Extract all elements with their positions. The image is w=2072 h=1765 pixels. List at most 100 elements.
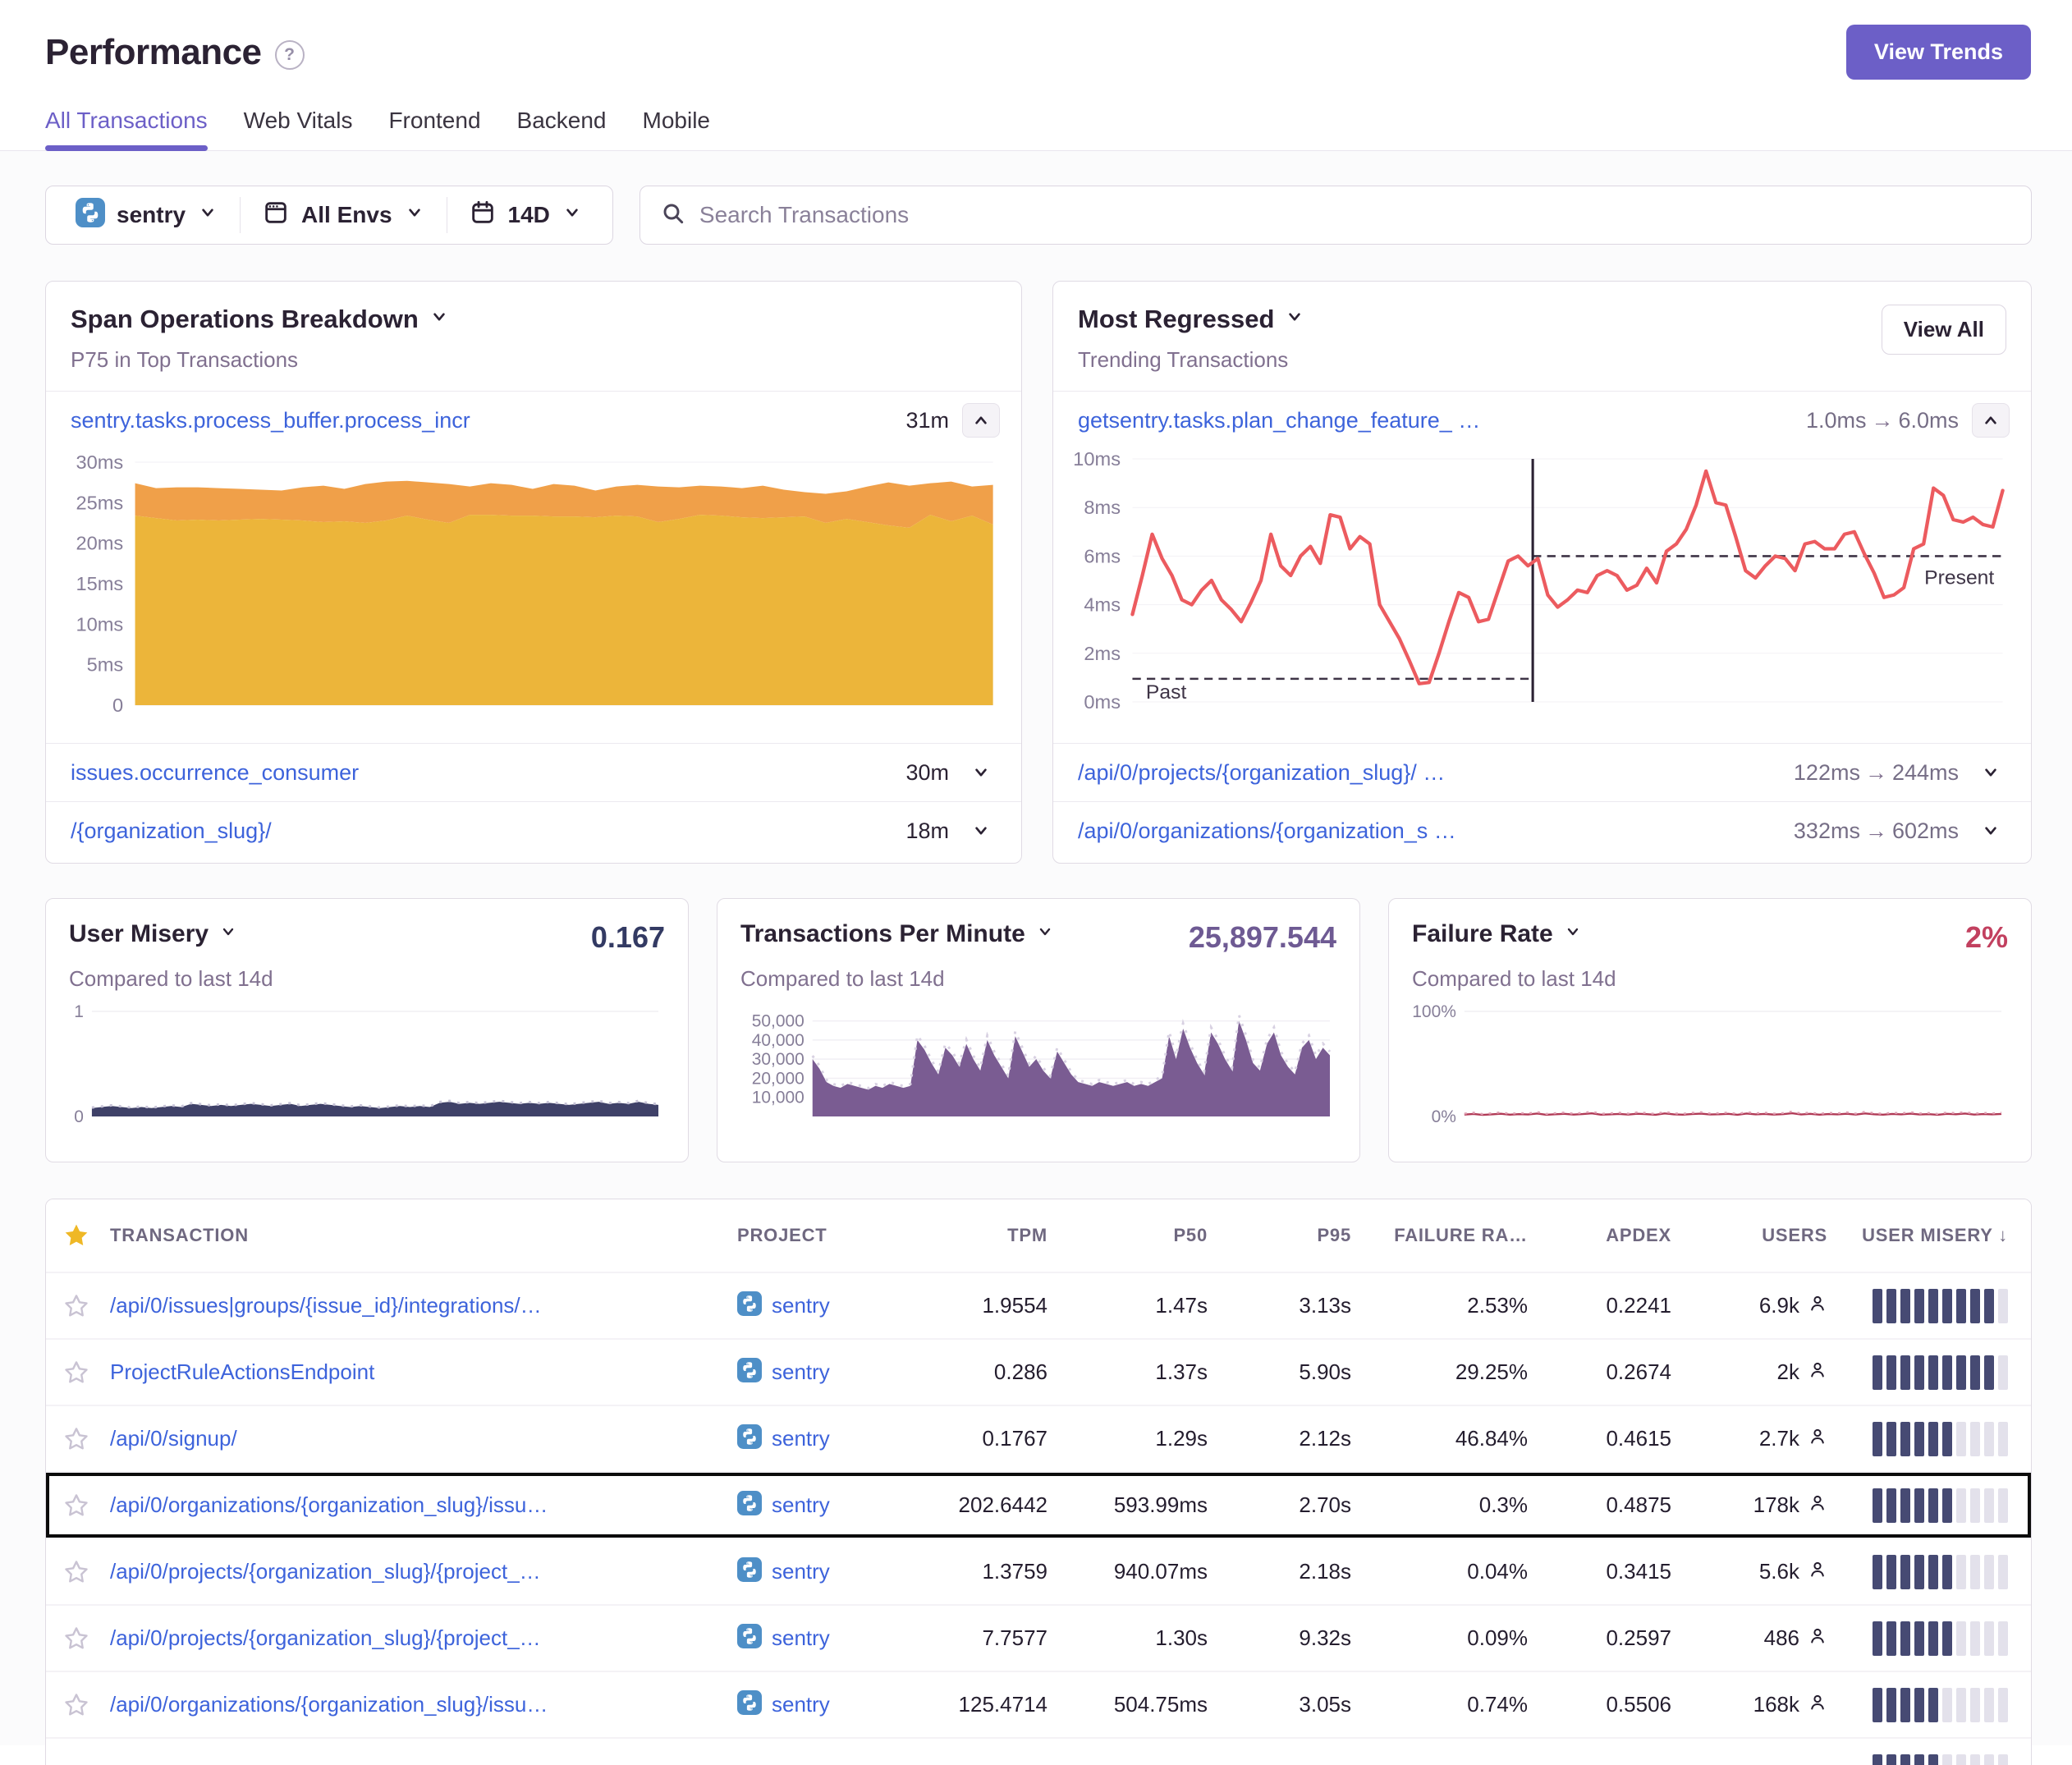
most-regressed-panel: Most Regressed Trending Transactions Vie…	[1052, 281, 2032, 864]
span-op-value: 31m	[905, 408, 949, 433]
table-row[interactable]: /api/0/issues|groups/{issue_id}/integrat…	[46, 1272, 2031, 1338]
span-op-accordion-row: sentry.tasks.process_buffer.process_incr…	[46, 392, 1021, 449]
most-regressed-title-dropdown[interactable]: Most Regressed	[1078, 305, 1882, 334]
transaction-link[interactable]: /api/0/signup/	[110, 1426, 734, 1451]
svg-text:10,000: 10,000	[752, 1089, 805, 1107]
column-header-failure-ra-[interactable]: FAILURE RA…	[1358, 1225, 1534, 1246]
help-icon[interactable]: ?	[275, 40, 305, 70]
project-link[interactable]: sentry	[772, 1359, 830, 1385]
table-row[interactable]: ProjectRuleActionsEndpointsentry0.2861.3…	[46, 1338, 2031, 1405]
span-op-transaction-link[interactable]: sentry.tasks.process_buffer.process_incr	[71, 408, 905, 433]
user-misery-panel: User Misery 0.167 Compared to last 14d 1…	[45, 898, 689, 1162]
user-icon	[1808, 1427, 1827, 1451]
star-outline-icon[interactable]	[46, 1492, 107, 1519]
tab-mobile[interactable]: Mobile	[643, 108, 710, 150]
project-cell: sentry	[734, 1690, 910, 1719]
table-row[interactable]	[46, 1737, 2031, 1765]
transaction-link[interactable]: ProjectRuleActionsEndpoint	[110, 1359, 734, 1385]
p95-cell: 2.18s	[1214, 1559, 1358, 1584]
mini-title-dropdown[interactable]: Transactions Per Minute	[740, 920, 1189, 948]
project-link[interactable]: sentry	[772, 1492, 830, 1518]
transaction-link[interactable]: /api/0/organizations/{organization_slug}…	[110, 1692, 734, 1717]
star-outline-icon[interactable]	[46, 1559, 107, 1585]
project-selector[interactable]: sentry	[54, 197, 240, 233]
table-row[interactable]: /api/0/organizations/{organization_slug}…	[46, 1471, 2031, 1538]
tab-web-vitals[interactable]: Web Vitals	[244, 108, 353, 150]
tab-all-transactions[interactable]: All Transactions	[45, 108, 208, 150]
svg-text:25ms: 25ms	[76, 493, 123, 514]
column-header-users[interactable]: USERS	[1678, 1225, 1834, 1246]
star-outline-icon[interactable]	[46, 1293, 107, 1319]
svg-text:8ms: 8ms	[1084, 497, 1121, 519]
environment-selector[interactable]: All Envs	[240, 197, 446, 233]
most-regressed-title: Most Regressed	[1078, 305, 1274, 334]
user-icon	[1808, 1294, 1827, 1318]
date-range-selector[interactable]: 14D	[447, 197, 604, 233]
calendar-icon	[469, 199, 497, 232]
expand-button[interactable]	[1972, 820, 2010, 841]
collapse-button[interactable]	[962, 403, 1000, 438]
p50-cell: 1.47s	[1054, 1293, 1214, 1318]
users-cell: 178k	[1678, 1492, 1834, 1518]
users-cell: 168k	[1678, 1692, 1834, 1717]
column-header-apdex[interactable]: APDEX	[1534, 1225, 1678, 1246]
failure-rate-cell: 2.53%	[1358, 1293, 1534, 1318]
span-op-transaction-link[interactable]: issues.occurrence_consumer	[71, 760, 905, 786]
column-header-user-misery[interactable]: USER MISERY ↓	[1834, 1225, 2031, 1246]
expand-button[interactable]	[962, 820, 1000, 841]
expand-button[interactable]	[962, 762, 1000, 783]
users-cell: 2.7k	[1678, 1426, 1834, 1451]
project-link[interactable]: sentry	[772, 1625, 830, 1651]
mini-value: 0.167	[591, 920, 665, 955]
svg-text:2ms: 2ms	[1084, 643, 1121, 664]
project-link[interactable]: sentry	[772, 1426, 830, 1451]
mini-title: Failure Rate	[1412, 920, 1553, 948]
apdex-cell: 0.3415	[1534, 1559, 1678, 1584]
tab-frontend[interactable]: Frontend	[388, 108, 480, 150]
apdex-cell: 0.2674	[1534, 1359, 1678, 1385]
table-row[interactable]: /api/0/organizations/{organization_slug}…	[46, 1671, 2031, 1737]
regressed-transaction-link[interactable]: /api/0/projects/{organization_slug}/ …	[1078, 760, 1794, 786]
transaction-link[interactable]: /api/0/issues|groups/{issue_id}/integrat…	[110, 1293, 734, 1318]
star-outline-icon[interactable]	[46, 1692, 107, 1718]
project-link[interactable]: sentry	[772, 1293, 830, 1318]
table-row[interactable]: /api/0/projects/{organization_slug}/{pro…	[46, 1604, 2031, 1671]
python-project-icon	[737, 1690, 762, 1719]
svg-text:40,000: 40,000	[752, 1031, 805, 1050]
column-header-tpm[interactable]: TPM	[910, 1225, 1054, 1246]
star-outline-icon[interactable]	[46, 1625, 107, 1652]
transaction-link[interactable]: /api/0/projects/{organization_slug}/{pro…	[110, 1559, 734, 1584]
column-header-project[interactable]: PROJECT	[734, 1225, 910, 1246]
failure-rate-panel: Failure Rate 2% Compared to last 14d 100…	[1388, 898, 2032, 1162]
table-row[interactable]: /api/0/signup/sentry0.17671.29s2.12s46.8…	[46, 1405, 2031, 1471]
project-cell: sentry	[734, 1624, 910, 1653]
user-misery-bars	[1834, 1355, 2031, 1390]
column-header-p95[interactable]: P95	[1214, 1225, 1358, 1246]
star-filled-icon[interactable]	[46, 1222, 107, 1249]
collapse-button[interactable]	[1972, 403, 2010, 438]
regressed-transaction-link[interactable]: getsentry.tasks.plan_change_feature_ …	[1078, 408, 1806, 433]
mini-title-dropdown[interactable]: User Misery	[69, 920, 591, 948]
page-header: Performance ? View Trends	[0, 0, 2072, 80]
user-misery-bars	[1834, 1688, 2031, 1722]
mini-title-dropdown[interactable]: Failure Rate	[1412, 920, 1965, 948]
span-ops-title-dropdown[interactable]: Span Operations Breakdown	[71, 305, 997, 334]
project-link[interactable]: sentry	[772, 1559, 830, 1584]
expand-button[interactable]	[1972, 762, 2010, 783]
column-header-p50[interactable]: P50	[1054, 1225, 1214, 1246]
star-outline-icon[interactable]	[46, 1359, 107, 1386]
regressed-accordion-row: /api/0/organizations/{organization_s …33…	[1053, 802, 2031, 860]
tab-backend[interactable]: Backend	[517, 108, 607, 150]
view-trends-button[interactable]: View Trends	[1846, 25, 2031, 80]
project-link[interactable]: sentry	[772, 1692, 830, 1717]
span-op-transaction-link[interactable]: /{organization_slug}/	[71, 818, 905, 844]
transaction-link[interactable]: /api/0/organizations/{organization_slug}…	[110, 1492, 734, 1518]
regressed-transaction-link[interactable]: /api/0/organizations/{organization_s …	[1078, 818, 1794, 844]
transaction-link[interactable]: /api/0/projects/{organization_slug}/{pro…	[110, 1625, 734, 1651]
svg-text:20ms: 20ms	[76, 533, 123, 554]
star-outline-icon[interactable]	[46, 1426, 107, 1452]
table-row[interactable]: /api/0/projects/{organization_slug}/{pro…	[46, 1538, 2031, 1604]
search-input[interactable]	[699, 202, 2011, 228]
view-all-button[interactable]: View All	[1882, 305, 2006, 355]
column-header-transaction[interactable]: TRANSACTION	[107, 1225, 734, 1246]
